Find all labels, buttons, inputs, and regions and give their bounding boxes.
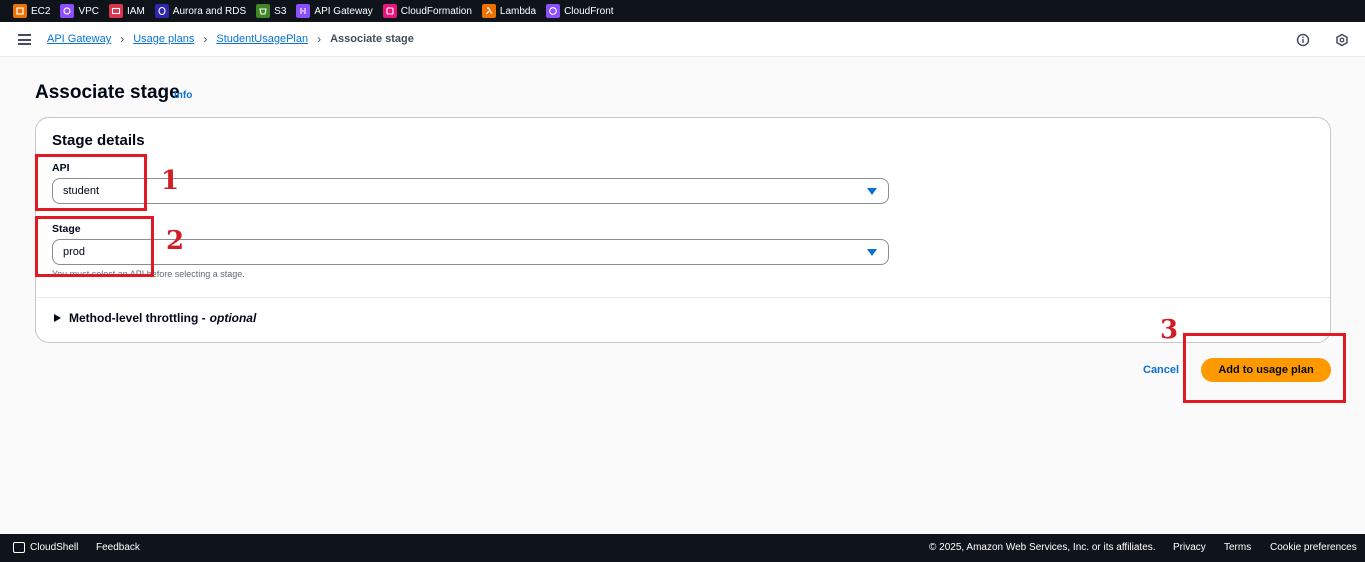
breadcrumb-bar: API Gateway › Usage plans › StudentUsage… xyxy=(0,22,1365,57)
service-shortcut-bar: EC2 VPC IAM Aurora and RDS S3 API Gatewa… xyxy=(0,0,1365,22)
cloudformation-icon xyxy=(382,4,397,18)
page-title: Associate stage xyxy=(35,82,180,103)
info-link[interactable]: Info xyxy=(174,90,192,101)
annotation-number-2: 2 xyxy=(166,226,185,256)
breadcrumb: API Gateway › Usage plans › StudentUsage… xyxy=(47,32,414,46)
cloudfront-icon xyxy=(546,4,561,18)
annotation-number-1: 1 xyxy=(161,166,180,196)
annotation-number-3: 3 xyxy=(1160,315,1179,345)
divider xyxy=(36,297,1330,298)
vpc-icon xyxy=(60,4,75,18)
cookie-preferences-link[interactable]: Cookie preferences xyxy=(1270,542,1357,553)
stage-details-container: Stage details API student Stage prod You… xyxy=(35,117,1331,343)
ec2-icon xyxy=(13,4,27,18)
settings-hexagon-icon[interactable] xyxy=(1335,33,1349,47)
terms-link[interactable]: Terms xyxy=(1224,542,1251,553)
shortcut-lambda[interactable]: Lambda xyxy=(481,0,537,22)
shortcut-cloudformation[interactable]: CloudFormation xyxy=(382,0,472,22)
method-throttling-expander[interactable]: Method-level throttling - optional xyxy=(54,311,256,325)
caret-right-icon xyxy=(54,314,61,322)
breadcrumb-api-gateway[interactable]: API Gateway xyxy=(47,33,111,45)
shortcut-iam[interactable]: IAM xyxy=(109,0,145,22)
chevron-right-icon: › xyxy=(203,32,208,46)
shortcut-label: CloudFormation xyxy=(400,5,472,17)
breadcrumb-student-usage-plan[interactable]: StudentUsagePlan xyxy=(216,33,308,45)
shortcut-s3[interactable]: S3 xyxy=(256,0,286,22)
caret-down-icon xyxy=(867,188,877,195)
throttling-optional: optional xyxy=(209,311,257,325)
shortcut-api-gateway[interactable]: API Gateway xyxy=(296,0,373,22)
footer-bar: CloudShell Feedback © 2025, Amazon Web S… xyxy=(0,534,1365,562)
shortcut-cloudfront[interactable]: CloudFront xyxy=(546,0,614,22)
shortcut-label: API Gateway xyxy=(314,5,373,17)
shortcut-label: EC2 xyxy=(31,5,51,17)
privacy-link[interactable]: Privacy xyxy=(1173,542,1206,553)
annotation-box-2 xyxy=(35,216,154,277)
api-gateway-icon xyxy=(296,4,311,18)
shortcut-label: S3 xyxy=(274,5,287,17)
annotation-box-1 xyxy=(35,154,147,211)
cloudshell-icon xyxy=(13,542,25,553)
shortcut-label: VPC xyxy=(78,5,100,17)
feedback-button[interactable]: Feedback xyxy=(96,542,140,553)
breadcrumb-usage-plans[interactable]: Usage plans xyxy=(133,33,194,45)
shortcut-ec2[interactable]: EC2 xyxy=(13,0,50,22)
chevron-right-icon: › xyxy=(317,32,322,46)
info-circle-icon[interactable] xyxy=(1296,33,1310,47)
annotation-box-3 xyxy=(1183,333,1346,403)
shortcut-vpc[interactable]: VPC xyxy=(60,0,99,22)
shortcut-label: CloudFront xyxy=(564,5,614,17)
iam-icon xyxy=(109,4,124,18)
stage-details-heading: Stage details xyxy=(52,132,145,149)
s3-icon xyxy=(256,4,271,18)
copyright-text: © 2025, Amazon Web Services, Inc. or its… xyxy=(929,542,1156,553)
throttling-label: Method-level throttling - xyxy=(69,311,206,325)
cloudshell-button[interactable]: CloudShell xyxy=(30,542,78,553)
shortcut-label: Aurora and RDS xyxy=(172,5,247,17)
shortcut-aurora-rds[interactable]: Aurora and RDS xyxy=(154,0,247,22)
lambda-icon xyxy=(481,4,496,18)
cancel-button[interactable]: Cancel xyxy=(1143,364,1179,376)
breadcrumb-current: Associate stage xyxy=(330,33,414,45)
caret-down-icon xyxy=(867,249,877,256)
chevron-right-icon: › xyxy=(120,32,125,46)
rds-icon xyxy=(154,4,169,18)
shortcut-label: Lambda xyxy=(499,5,537,17)
menu-icon[interactable] xyxy=(18,34,31,45)
shortcut-label: IAM xyxy=(127,5,145,17)
